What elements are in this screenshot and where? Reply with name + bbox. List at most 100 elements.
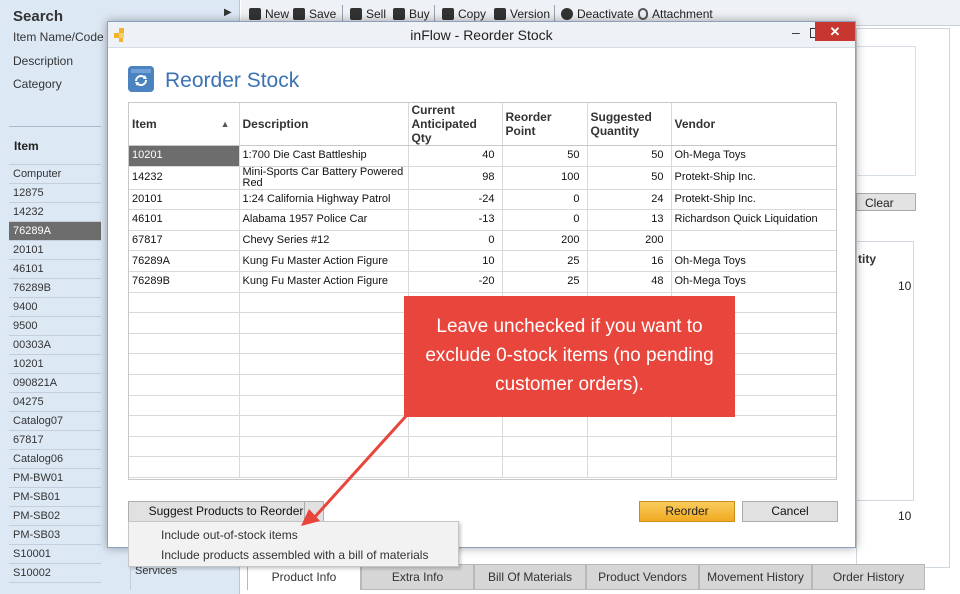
tab-product-vendors[interactable]: Product Vendors xyxy=(586,564,699,590)
column-header-reorder-point[interactable]: Reorder Point xyxy=(502,103,588,146)
table-row[interactable]: 20101 1:24 California Highway Patrol -24 0 2… xyxy=(129,189,836,211)
list-item[interactable]: 00303A xyxy=(9,336,101,355)
list-item[interactable]: Catalog07 xyxy=(9,412,101,431)
table-row[interactable]: 67817 Chevy Series #12 0 200 200 xyxy=(129,230,836,252)
cell-item[interactable]: 76289B xyxy=(129,271,240,293)
list-item[interactable]: PM-SB02 xyxy=(9,507,101,526)
list-item[interactable]: 76289A xyxy=(9,222,101,241)
cell-suggested[interactable]: 50 xyxy=(587,166,672,190)
table-row[interactable]: 10201 1:700 Die Cast Battleship 40 50 50 Oh-M… xyxy=(129,145,836,167)
column-header-current-qty[interactable]: Current Anticipated Qty xyxy=(408,103,503,146)
minimize-icon[interactable]: – xyxy=(792,24,800,40)
cell-vendor[interactable]: Protekt-Ship Inc. xyxy=(671,166,836,190)
cell-vendor[interactable]: Oh-Mega Toys xyxy=(671,145,836,167)
cell-vendor[interactable]: Oh-Mega Toys xyxy=(671,250,836,272)
list-item[interactable]: Catalog06 xyxy=(9,450,101,469)
cell-reorder[interactable]: 0 xyxy=(502,209,588,231)
attachment-button[interactable]: Attachment xyxy=(638,6,713,22)
menu-item-include-out-of-stock[interactable]: Include out-of-stock items xyxy=(161,528,298,542)
cell-suggested[interactable]: 200 xyxy=(587,230,672,252)
collapse-arrow-icon[interactable]: ▶ xyxy=(224,7,232,18)
cell-item[interactable]: 67817 xyxy=(129,230,240,252)
cell-item[interactable]: 46101 xyxy=(129,209,240,231)
cell-qty[interactable]: -13 xyxy=(408,209,503,231)
cell-suggested[interactable]: 24 xyxy=(587,189,672,211)
tab-product-info[interactable]: Product Info xyxy=(247,564,361,590)
buy-button[interactable]: Buy xyxy=(393,6,430,22)
table-row[interactable]: 14232 Mini-Sports Car Battery Powered Red… xyxy=(129,166,836,190)
clear-button[interactable]: Clear xyxy=(856,193,916,211)
list-item[interactable]: 46101 xyxy=(9,260,101,279)
cell-description[interactable]: 1:24 California Highway Patrol xyxy=(239,189,409,211)
tab-extra-info[interactable]: Extra Info xyxy=(361,564,474,590)
cell-description[interactable]: Kung Fu Master Action Figure xyxy=(239,271,409,293)
list-item[interactable]: 14232 xyxy=(9,203,101,222)
copy-button[interactable]: Copy xyxy=(442,6,486,22)
cell-description[interactable]: Alabama 1957 Police Car xyxy=(239,209,409,231)
cell-reorder[interactable]: 50 xyxy=(502,145,588,167)
cell-reorder[interactable]: 200 xyxy=(502,230,588,252)
suggest-dropdown-toggle[interactable] xyxy=(304,501,324,522)
cell-reorder[interactable]: 0 xyxy=(502,189,588,211)
list-item[interactable]: 12875 xyxy=(9,184,101,203)
column-header-vendor[interactable]: Vendor xyxy=(671,103,836,146)
cell-vendor[interactable]: Richardson Quick Liquidation xyxy=(671,209,836,231)
cell-item[interactable]: 76289A xyxy=(129,250,240,272)
cell-reorder[interactable]: 25 xyxy=(502,271,588,293)
sell-button[interactable]: Sell xyxy=(350,6,386,22)
cell-qty[interactable]: 98 xyxy=(408,166,503,190)
reorder-button[interactable]: Reorder xyxy=(639,501,735,522)
list-item[interactable]: PM-SB01 xyxy=(9,488,101,507)
list-item[interactable]: PM-SB03 xyxy=(9,526,101,545)
cell-suggested[interactable]: 48 xyxy=(587,271,672,293)
table-row[interactable]: 46101 Alabama 1957 Police Car -13 0 13 Richar… xyxy=(129,209,836,231)
cell-item[interactable]: 14232 xyxy=(129,166,240,190)
cell-suggested[interactable]: 13 xyxy=(587,209,672,231)
cell-qty[interactable]: 40 xyxy=(408,145,503,167)
cell-reorder[interactable]: 100 xyxy=(502,166,588,190)
list-item[interactable]: 10201 xyxy=(9,355,101,374)
column-header-item[interactable]: Item ▲ xyxy=(129,103,240,146)
list-item[interactable]: PM-BW01 xyxy=(9,469,101,488)
tab-bill-of-materials[interactable]: Bill Of Materials xyxy=(474,564,586,590)
table-row[interactable]: 76289A Kung Fu Master Action Figure 10 25 16… xyxy=(129,250,836,272)
cell-description[interactable]: Chevy Series #12 xyxy=(239,230,409,252)
cancel-button[interactable]: Cancel xyxy=(742,501,838,522)
cell-qty[interactable]: 10 xyxy=(408,250,503,272)
version-button[interactable]: Version xyxy=(494,6,550,22)
cell-vendor[interactable]: Protekt-Ship Inc. xyxy=(671,189,836,211)
list-item[interactable]: 76289B xyxy=(9,279,101,298)
cell-item[interactable]: 20101 xyxy=(129,189,240,211)
table-row[interactable]: 76289B Kung Fu Master Action Figure -20 25 4… xyxy=(129,271,836,293)
list-item[interactable]: Computer xyxy=(9,165,101,184)
new-button[interactable]: New xyxy=(249,6,289,22)
tab-movement-history[interactable]: Movement History xyxy=(699,564,812,590)
list-item[interactable]: S10002 xyxy=(9,564,101,583)
cell-vendor[interactable]: Oh-Mega Toys xyxy=(671,271,836,293)
item-list-header[interactable]: Item xyxy=(9,127,101,165)
cell-reorder[interactable]: 25 xyxy=(502,250,588,272)
cell-description[interactable]: Kung Fu Master Action Figure xyxy=(239,250,409,272)
save-button[interactable]: Save xyxy=(293,6,336,22)
menu-item-include-bom-products[interactable]: Include products assembled with a bill o… xyxy=(161,548,428,562)
cell-qty[interactable]: 0 xyxy=(408,230,503,252)
cell-qty[interactable]: -20 xyxy=(408,271,503,293)
cell-qty[interactable]: -24 xyxy=(408,189,503,211)
list-item[interactable]: 04275 xyxy=(9,393,101,412)
column-header-description[interactable]: Description xyxy=(239,103,409,146)
cell-vendor[interactable] xyxy=(671,230,836,252)
list-item[interactable]: 9400 xyxy=(9,298,101,317)
list-item[interactable]: 20101 xyxy=(9,241,101,260)
cell-suggested[interactable]: 16 xyxy=(587,250,672,272)
cell-item[interactable]: 10201 xyxy=(129,145,240,167)
list-item[interactable]: 67817 xyxy=(9,431,101,450)
column-header-suggested-qty[interactable]: Suggested Quantity xyxy=(587,103,672,146)
cell-suggested[interactable]: 50 xyxy=(587,145,672,167)
list-item[interactable]: S10001 xyxy=(9,545,101,564)
cell-description[interactable]: Mini-Sports Car Battery Powered Red xyxy=(239,166,409,190)
cell-description[interactable]: 1:700 Die Cast Battleship xyxy=(239,145,409,167)
list-item[interactable]: 090821A xyxy=(9,374,101,393)
deactivate-button[interactable]: Deactivate xyxy=(561,6,634,22)
tab-order-history[interactable]: Order History xyxy=(812,564,925,590)
close-icon[interactable]: ✕ xyxy=(815,22,855,41)
